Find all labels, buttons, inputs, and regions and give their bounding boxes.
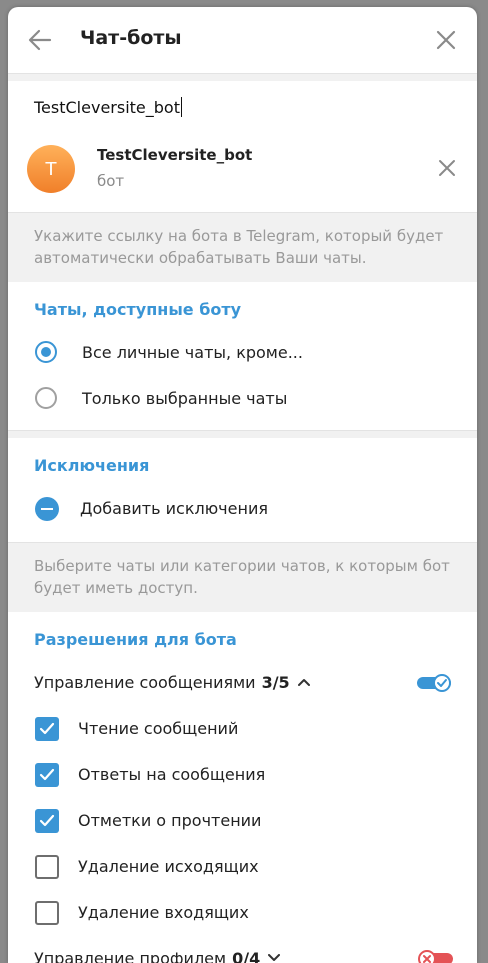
radio-all-private-except[interactable]: Все личные чаты, кроме... xyxy=(8,330,477,376)
permissions-section-title: Разрешения для бота xyxy=(34,630,237,649)
checkbox-label: Чтение сообщений xyxy=(78,719,239,738)
radio-only-selected[interactable]: Только выбранные чаты xyxy=(8,376,477,422)
profile-toggle-off[interactable] xyxy=(417,950,453,963)
checkbox-unchecked-icon[interactable] xyxy=(35,855,59,879)
chevron-up-icon[interactable] xyxy=(297,678,310,686)
checkbox-checked-icon[interactable] xyxy=(35,809,59,833)
profile-permission-count: 0/4 xyxy=(232,949,261,963)
radio-label: Все личные чаты, кроме... xyxy=(82,343,303,362)
messages-permission-group[interactable]: Управление сообщениями 3/5 xyxy=(8,660,477,706)
back-arrow-icon[interactable] xyxy=(26,26,54,54)
messages-permission-count: 3/5 xyxy=(261,673,290,692)
exceptions-hint: Выберите чаты или категории чатов, к кот… xyxy=(8,542,477,612)
text-caret xyxy=(180,97,182,117)
permission-delete-incoming[interactable]: Удаление входящих xyxy=(8,890,477,936)
divider xyxy=(8,73,477,81)
chats-section: Чаты, доступные боту Все личные чаты, кр… xyxy=(8,282,477,422)
permission-delete-outgoing[interactable]: Удаление исходящих xyxy=(8,844,477,890)
permissions-section: Разрешения для бота Управление сообщения… xyxy=(8,612,477,963)
selected-bot: T TestCleversite_bot бот xyxy=(8,137,477,212)
permission-read-receipts[interactable]: Отметки о прочтении xyxy=(8,798,477,844)
avatar: T xyxy=(27,145,75,193)
checkbox-label: Ответы на сообщения xyxy=(78,765,266,784)
radio-label: Только выбранные чаты xyxy=(82,389,288,408)
checkbox-checked-icon[interactable] xyxy=(35,763,59,787)
chatbots-panel: Чат-боты TestCleversite_bot T TestClever… xyxy=(8,7,477,963)
checkbox-checked-icon[interactable] xyxy=(35,717,59,741)
messages-toggle-on[interactable] xyxy=(417,674,453,692)
chevron-down-icon[interactable] xyxy=(268,954,281,962)
chats-section-title: Чаты, доступные боту xyxy=(34,300,242,319)
radio-checked-icon[interactable] xyxy=(35,341,57,363)
messages-permission-label[interactable]: Управление сообщениями 3/5 xyxy=(34,673,310,692)
bot-link-input[interactable]: TestCleversite_bot xyxy=(8,81,477,137)
profile-permission-group[interactable]: Управление профилем 0/4 xyxy=(8,936,477,963)
bot-subtitle: бот xyxy=(97,172,125,190)
divider xyxy=(8,430,477,438)
radio-unchecked-icon[interactable] xyxy=(35,387,57,409)
close-icon[interactable] xyxy=(433,27,459,53)
add-exceptions-label: Добавить исключения xyxy=(80,499,268,518)
bot-hint: Укажите ссылку на бота в Telegram, котор… xyxy=(8,212,477,282)
exceptions-section: Исключения Добавить исключения xyxy=(8,438,477,532)
bot-name: TestCleversite_bot xyxy=(97,146,253,164)
header: Чат-боты xyxy=(8,7,477,73)
remove-bot-icon[interactable] xyxy=(435,156,459,180)
checkbox-label: Отметки о прочтении xyxy=(78,811,262,830)
profile-permission-label[interactable]: Управление профилем 0/4 xyxy=(34,949,281,963)
exceptions-section-title: Исключения xyxy=(34,456,150,475)
checkbox-label: Удаление исходящих xyxy=(78,857,259,876)
add-exceptions-button[interactable]: Добавить исключения xyxy=(8,486,477,532)
checkbox-unchecked-icon[interactable] xyxy=(35,901,59,925)
minus-circle-icon[interactable] xyxy=(35,497,59,521)
permission-read-messages[interactable]: Чтение сообщений xyxy=(8,706,477,752)
permission-reply-messages[interactable]: Ответы на сообщения xyxy=(8,752,477,798)
page-title: Чат-боты xyxy=(80,27,182,49)
bot-link-input-value[interactable]: TestCleversite_bot xyxy=(34,97,182,117)
checkbox-label: Удаление входящих xyxy=(78,903,249,922)
